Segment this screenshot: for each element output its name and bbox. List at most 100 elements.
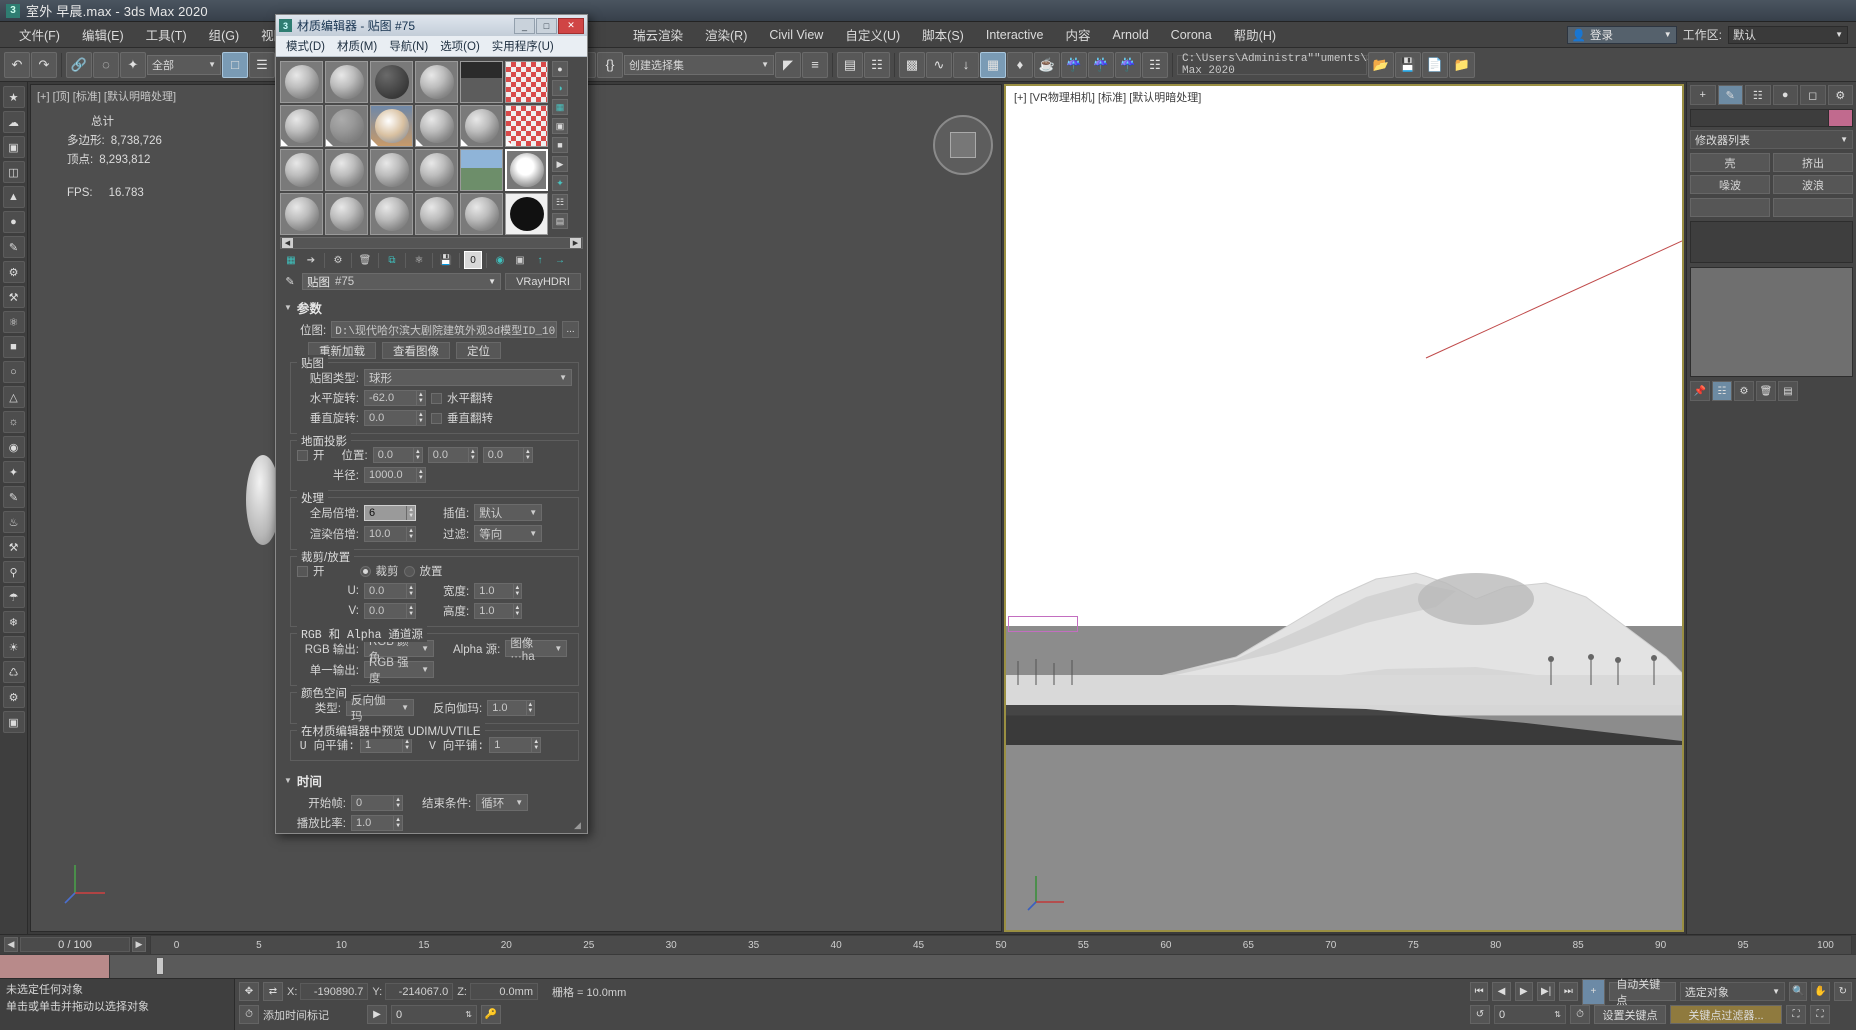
project-path-dropdown[interactable]: C:\Users\Administra""uments\3ds Max 2020… (1177, 53, 1391, 77)
modifier-noise-button[interactable]: 噪波 (1690, 175, 1770, 194)
show-shaded-material-icon[interactable]: ◉ (491, 251, 509, 269)
ground-pos-y-input[interactable] (428, 449, 468, 461)
spinner-arrows-icon[interactable]: ▲ ▼ (512, 604, 522, 618)
options-icon[interactable]: ✦ (552, 175, 568, 191)
time-slider-handle[interactable] (156, 957, 164, 975)
playback-input[interactable] (352, 817, 394, 829)
tool-icon-15[interactable]: ◉ (2, 436, 25, 458)
horiz-rot-spinner[interactable]: ▲▼ (364, 390, 426, 406)
vert-flip-checkbox[interactable] (431, 412, 442, 424)
menu-content[interactable]: 内容 (1055, 22, 1102, 47)
go-to-end-icon[interactable]: ⏭ (1559, 982, 1578, 1001)
rollout-parameters-header[interactable]: ▼ 参数 (282, 294, 583, 321)
sample-slot-24[interactable] (505, 193, 548, 235)
spinner-arrows-icon[interactable]: ▲ ▼ (522, 448, 532, 462)
view-cube-icon[interactable] (933, 115, 993, 175)
sample-slot-6[interactable] (505, 61, 548, 103)
coord-y-value[interactable]: -214067.0 (385, 983, 454, 1000)
workspace-dropdown[interactable]: 默认 ▼ (1728, 25, 1848, 44)
video-color-check-icon[interactable]: ■ (552, 137, 568, 153)
frame-stepper[interactable]: ◀ 0 / 100 ▶ (4, 937, 146, 952)
ground-pos-x-input[interactable] (373, 449, 413, 461)
curve-editor-icon[interactable]: ▩ (899, 51, 925, 78)
undo-icon[interactable]: ↶ (4, 51, 30, 78)
tool-icon-7[interactable]: ✎ (2, 236, 25, 258)
dialog-close-button[interactable]: ✕ (558, 17, 584, 34)
crop-width-spinner[interactable]: ▲▼ (474, 583, 523, 599)
modifier-blank-2[interactable] (1773, 198, 1853, 217)
ground-pos-z-input[interactable] (483, 449, 523, 461)
sample-slot-13[interactable] (280, 149, 323, 191)
sample-slot-16[interactable] (415, 149, 458, 191)
add-time-tag-plus-icon[interactable]: + (1581, 978, 1606, 1005)
tool-icon-24[interactable]: ♺ (2, 661, 25, 683)
select-link-icon[interactable]: 🔗 (66, 51, 92, 78)
spinner-arrows-icon[interactable]: ▲ ▼ (393, 795, 402, 810)
spinner-arrows-icon[interactable]: ▲ ▼ (406, 604, 415, 618)
ground-pos-z-spinner[interactable]: ▲▼ (482, 447, 533, 463)
make-unique-icon[interactable]: ⚛ (410, 251, 428, 269)
dialog-resize-handle[interactable]: ◢ (574, 820, 586, 832)
vert-rot-spinner[interactable]: ▲▼ (364, 410, 426, 426)
go-forward-to-sibling-icon[interactable]: → (551, 251, 569, 269)
crop-height-spinner[interactable]: ▲▼ (474, 603, 523, 619)
modifier-stack-list[interactable] (1690, 221, 1853, 263)
selection-filter-dropdown[interactable]: 全部 ▼ (147, 54, 221, 75)
get-material-icon[interactable]: ▦ (282, 251, 300, 269)
align-icon[interactable]: ≡ (802, 51, 828, 78)
sample-slot-23[interactable] (460, 193, 503, 235)
sample-type-icon[interactable]: ● (552, 61, 568, 77)
named-selection-set-input[interactable]: 创建选择集 ▼ (624, 54, 774, 75)
tool-icon-12[interactable]: ○ (2, 361, 25, 383)
global-mult-spinner[interactable]: ▲▼ (364, 504, 416, 521)
tool-icon-23[interactable]: ☀ (2, 636, 25, 658)
tool-icon-21[interactable]: ☂ (2, 586, 25, 608)
render-iterative-icon[interactable]: ☔ (1088, 51, 1114, 78)
coordinate-x[interactable]: X: -190890.7 (287, 983, 369, 1000)
rollout-time-header[interactable]: ▼ 时间 (282, 767, 583, 794)
menu-interactive[interactable]: Interactive (975, 25, 1055, 45)
show-end-result-icon[interactable]: ▣ (511, 251, 529, 269)
sample-slot-5[interactable] (460, 61, 503, 103)
frame-number-field[interactable]: 0 ⇅ (391, 1005, 477, 1024)
sample-slot-17[interactable] (460, 149, 503, 191)
view-image-button[interactable]: 查看图像 (382, 342, 450, 359)
coord-x-value[interactable]: -190890.7 (300, 983, 369, 1000)
tab-display[interactable]: ◻ (1800, 85, 1826, 105)
modifier-shell-button[interactable]: 壳 (1690, 153, 1770, 172)
make-unique-icon[interactable]: ⚙ (1734, 381, 1754, 401)
material-id-channel-icon[interactable]: 0 (464, 251, 482, 269)
pan-icon[interactable]: ✋ (1811, 982, 1830, 1001)
unlink-icon[interactable]: ◌ (93, 51, 119, 78)
add-time-tag-label[interactable]: 添加时间标记 (263, 1007, 329, 1023)
menu-help[interactable]: 帮助(H) (1223, 22, 1287, 47)
material-id-channel-icon[interactable]: ▤ (552, 213, 568, 229)
sample-slot-4[interactable] (415, 61, 458, 103)
dialog-menu-material[interactable]: 材质(M) (331, 36, 383, 56)
put-to-library-icon[interactable]: 💾 (437, 251, 455, 269)
edit-named-sets-icon[interactable]: {} (597, 51, 623, 78)
mono-out-dropdown[interactable]: RGB 强度 ▼ (364, 657, 434, 685)
alpha-src-dropdown[interactable]: 图像···ha ▼ (505, 638, 568, 663)
tool-icon-8[interactable]: ⚙ (2, 261, 25, 283)
playback-loop-icon[interactable]: ↺ (1470, 1005, 1490, 1024)
login-button[interactable]: 👤 登录 ▼ (1566, 25, 1677, 44)
spinner-arrows-icon[interactable]: ▲ ▼ (412, 448, 422, 462)
key-filters-button[interactable]: 关键点过滤器... (1670, 1005, 1782, 1024)
spinner-arrows-icon[interactable]: ▲ ▼ (415, 468, 425, 482)
spinner-arrows-icon[interactable]: ▲ ▼ (512, 584, 522, 598)
horiz-rot-input[interactable] (365, 392, 416, 404)
go-to-start-icon[interactable]: ⏮ (1470, 982, 1489, 1001)
play-animation-icon[interactable]: ▶ (1514, 982, 1533, 1001)
tool-icon-25[interactable]: ⚙ (2, 686, 25, 708)
tool-icon-19[interactable]: ⚒ (2, 536, 25, 558)
time-configuration-icon[interactable]: ⏱ (1570, 1005, 1590, 1024)
render-in-cloud-icon[interactable]: ☷ (1142, 51, 1168, 78)
global-mult-input[interactable] (365, 506, 407, 519)
tool-icon-26[interactable]: ▣ (2, 711, 25, 733)
dialog-menu-utilities[interactable]: 实用程序(U) (486, 36, 560, 56)
go-to-parent-icon[interactable]: ↑ (531, 251, 549, 269)
coordinate-y[interactable]: Y: -214067.0 (372, 983, 454, 1000)
render-activeshade-icon[interactable]: ☔ (1115, 51, 1141, 78)
spinner-arrows-icon[interactable]: ▲ ▼ (525, 700, 535, 715)
